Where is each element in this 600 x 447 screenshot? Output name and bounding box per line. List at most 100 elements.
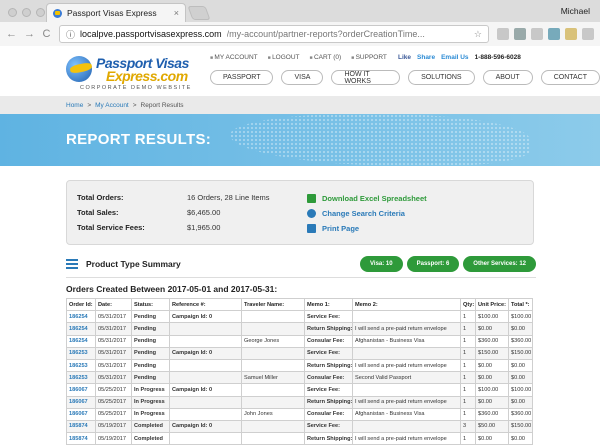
- memo2-cell: I will send a pre-paid return envelope: [352, 432, 461, 446]
- qty-cell: 1: [460, 346, 476, 360]
- order-id-link[interactable]: 186253: [66, 358, 96, 373]
- order-id-link[interactable]: 186253: [66, 371, 96, 385]
- url-input[interactable]: ⓘ localpve.passportvisasexpress.com/my-a…: [59, 25, 489, 43]
- reference-cell: [169, 358, 242, 373]
- order-id-link[interactable]: 185874: [66, 432, 96, 446]
- total-cell: $360.00: [508, 407, 533, 421]
- status-cell: Completed: [131, 419, 170, 434]
- order-id-link[interactable]: 185874: [66, 419, 96, 434]
- memo2-cell: [352, 419, 461, 434]
- col-reference-header: Reference #:: [169, 297, 242, 312]
- order-id-link[interactable]: 186067: [66, 383, 96, 397]
- cart-link[interactable]: CART (0): [310, 54, 341, 61]
- support-link[interactable]: SUPPORT: [351, 54, 387, 61]
- order-id-link[interactable]: 186067: [66, 395, 96, 409]
- breadcrumb-home[interactable]: Home: [66, 102, 83, 109]
- date-cell: 05/31/2017: [95, 322, 132, 336]
- date-cell: 05/31/2017: [95, 334, 132, 348]
- share-button[interactable]: Share: [417, 54, 435, 61]
- unit-price-cell: $360.00: [475, 407, 509, 421]
- unit-price-cell: $0.00: [475, 432, 509, 446]
- reload-icon[interactable]: C: [42, 28, 51, 40]
- order-id-link[interactable]: 186253: [66, 346, 96, 360]
- nav-about[interactable]: ABOUT: [482, 70, 533, 85]
- unit-price-cell: $100.00: [475, 383, 509, 397]
- print-page-link[interactable]: Print Page: [307, 221, 427, 236]
- change-search-link[interactable]: Change Search Criteria: [307, 206, 427, 221]
- browser-tab[interactable]: Passport Visas Express ×: [46, 3, 186, 22]
- bookmark-star-icon[interactable]: ☆: [474, 29, 482, 40]
- memo1-cell: Return Shipping:: [304, 395, 353, 409]
- table-row: 186067 05/25/2017 In Progress Return Shippi…: [66, 395, 533, 409]
- tab-title: Passport Visas Express: [67, 8, 157, 18]
- site-logo[interactable]: Passport Visas Express.com CORPORATE DEM…: [66, 52, 196, 92]
- nav-how-it-works[interactable]: HOW IT WORKS: [331, 70, 401, 85]
- nav-contact[interactable]: CONTACT: [540, 70, 600, 85]
- reference-cell: Campaign Id: 0: [169, 310, 242, 324]
- extension-icon[interactable]: [565, 28, 577, 40]
- memo1-cell: Return Shipping:: [304, 432, 353, 446]
- download-excel-link[interactable]: Download Excel Spreadsheet: [307, 191, 427, 206]
- qty-cell: 3: [460, 419, 476, 434]
- order-id-link[interactable]: 186254: [66, 322, 96, 336]
- total-fees-label: Total Service Fees:: [77, 223, 145, 232]
- memo1-cell: Consular Fee:: [304, 334, 353, 348]
- maximize-window-icon[interactable]: [36, 8, 45, 17]
- memo2-cell: Afghanistan - Business Visa: [352, 407, 461, 421]
- orders-table: Order Id: Date: Status: Reference #: Travele…: [66, 297, 533, 446]
- close-window-icon[interactable]: [8, 8, 17, 17]
- date-cell: 05/31/2017: [95, 358, 132, 373]
- traveler-cell: George Jones: [241, 334, 305, 348]
- nav-passport[interactable]: PASSPORT: [210, 70, 274, 85]
- window-controls[interactable]: [8, 8, 45, 17]
- browser-user[interactable]: Michael: [561, 6, 590, 16]
- product-type-summary: Product Type Summary Visa: 10 Passport: …: [66, 256, 536, 274]
- memo1-cell: Return Shipping:: [304, 358, 353, 373]
- unit-price-cell: $0.00: [475, 371, 509, 385]
- total-orders-row: Total Orders: 16 Orders, 28 Line Items: [77, 193, 270, 202]
- site-header: Passport Visas Express.com CORPORATE DEM…: [0, 46, 600, 96]
- email-us-link[interactable]: Email Us: [441, 54, 468, 61]
- extension-icon[interactable]: [531, 28, 543, 40]
- col-date-header: Date:: [95, 297, 132, 312]
- traveler-cell: [241, 395, 305, 409]
- nav-solutions[interactable]: SOLUTIONS: [408, 70, 475, 85]
- extension-icon[interactable]: [514, 28, 526, 40]
- info-icon[interactable]: ⓘ: [66, 28, 75, 41]
- other-services-count-badge[interactable]: Other Services: 12: [463, 256, 536, 272]
- total-cell: $0.00: [508, 395, 533, 409]
- table-row: 186253 05/31/2017 Pending Samuel Miller Cons…: [66, 371, 533, 385]
- status-cell: Pending: [131, 371, 170, 385]
- table-row: 186067 05/25/2017 In Progress Campaign Id: …: [66, 383, 533, 397]
- order-id-link[interactable]: 186067: [66, 407, 96, 421]
- breadcrumb-separator: >: [132, 101, 137, 109]
- tab-close-icon[interactable]: ×: [174, 8, 179, 18]
- my-account-link[interactable]: MY ACCOUNT: [210, 54, 257, 61]
- breadcrumb-current: Report Results: [140, 101, 184, 109]
- traveler-cell: Samuel Miller: [241, 371, 305, 385]
- reference-cell: [169, 322, 242, 336]
- order-id-link[interactable]: 186254: [66, 310, 96, 324]
- logout-link[interactable]: LOGOUT: [268, 54, 299, 61]
- visa-count-badge[interactable]: Visa: 10: [360, 256, 403, 272]
- memo1-cell: Service Fee:: [304, 310, 353, 324]
- total-fees-row: Total Service Fees: $1,965.00: [77, 223, 220, 232]
- back-icon[interactable]: ←: [6, 28, 17, 40]
- col-qty-header: Qty:: [460, 297, 476, 312]
- passport-count-badge[interactable]: Passport: 6: [406, 256, 460, 272]
- extension-icon[interactable]: [497, 28, 509, 40]
- nav-visa[interactable]: VISA: [281, 70, 324, 85]
- order-id-link[interactable]: 186254: [66, 334, 96, 348]
- phone-number[interactable]: 1-888-596-6028: [475, 54, 521, 61]
- memo2-cell: Second Valid Passport: [352, 371, 461, 385]
- minimize-window-icon[interactable]: [22, 8, 31, 17]
- facebook-like-button[interactable]: Like: [398, 54, 411, 61]
- unit-price-cell: $0.00: [475, 358, 509, 373]
- forward-icon[interactable]: →: [24, 28, 35, 40]
- qty-cell: 1: [460, 432, 476, 446]
- new-tab-button[interactable]: [187, 6, 211, 20]
- memo2-cell: I will send a pre-paid return envelope: [352, 358, 461, 373]
- extension-icon[interactable]: [548, 28, 560, 40]
- extension-icon[interactable]: [582, 28, 594, 40]
- breadcrumb-my-account[interactable]: My Account: [95, 102, 129, 109]
